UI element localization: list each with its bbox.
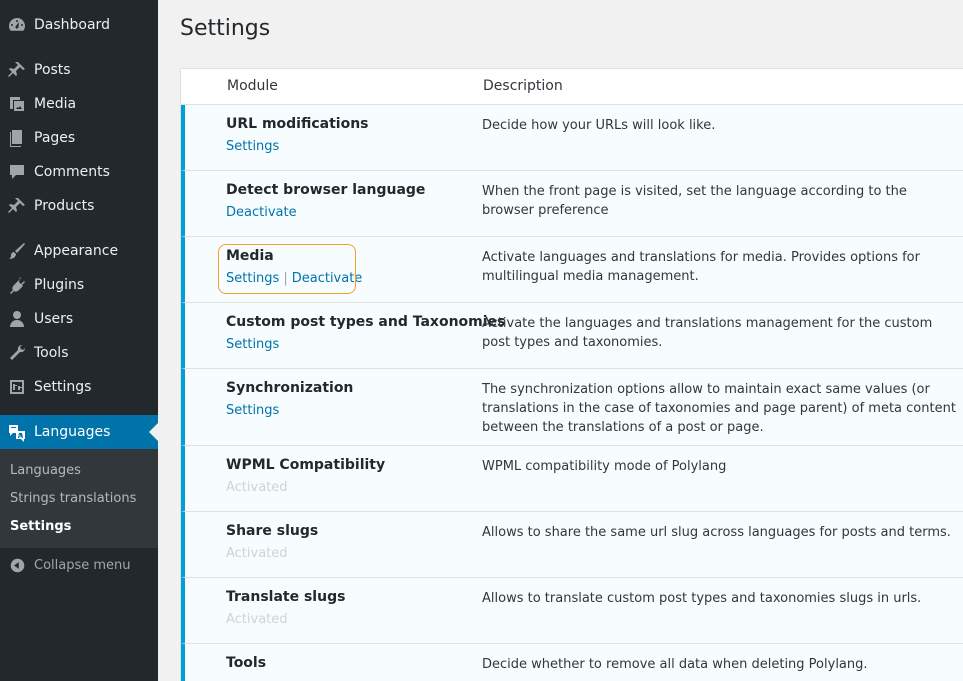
module-description: Decide whether to remove all data when d… <box>482 657 868 672</box>
pin-icon <box>0 53 34 87</box>
menu-item-media[interactable]: Media <box>0 87 158 121</box>
active-menu-pointer <box>149 423 158 441</box>
table-row-media: Media Settings | Deactivate Activate langu… <box>181 237 963 303</box>
comment-icon <box>0 155 34 189</box>
sliders-icon <box>0 370 34 404</box>
menu-item-plugins[interactable]: Plugins <box>0 268 158 302</box>
table-header: Module Description <box>181 69 963 105</box>
module-name: Synchronization <box>226 380 354 396</box>
column-header-module[interactable]: Module <box>227 78 278 94</box>
table-row-wpml-compatibility: WPML Compatibility Activated WPML compat… <box>181 446 963 512</box>
plug-icon <box>0 268 34 302</box>
menu-item-appearance[interactable]: Appearance <box>0 234 158 268</box>
module-description: Activate languages and translations for … <box>482 250 920 284</box>
module-description: Allows to translate custom post types an… <box>482 591 922 606</box>
table-row-custom-post-types: Custom post types and Taxonomies Setting… <box>181 303 963 369</box>
table-row-translate-slugs: Translate slugs Activated Allows to tran… <box>181 578 963 644</box>
collapse-menu-button[interactable]: Collapse menu <box>0 553 158 577</box>
wrench-icon <box>0 336 34 370</box>
table-row-synchronization: Synchronization Settings The synchroniza… <box>181 369 963 446</box>
table-row-url-modifications: URL modifications Settings Decide how yo… <box>181 105 963 171</box>
deactivate-link[interactable]: Deactivate <box>292 271 363 286</box>
menu-item-languages[interactable]: Languages <box>0 415 158 449</box>
module-name: Custom post types and Taxonomies <box>226 314 506 330</box>
menu-label: Users <box>34 311 74 327</box>
menu-label: Media <box>34 96 77 112</box>
module-description: Allows to share the same url slug across… <box>482 525 951 540</box>
module-description: WPML compatibility mode of Polylang <box>482 459 727 474</box>
settings-link[interactable]: Settings <box>226 403 279 418</box>
settings-link[interactable]: Settings <box>226 337 279 352</box>
menu-item-products[interactable]: Products <box>0 189 158 223</box>
pin-icon <box>0 189 34 223</box>
module-name: Detect browser language <box>226 182 426 198</box>
menu-label: Comments <box>34 164 110 180</box>
menu-label: Plugins <box>34 277 85 293</box>
menu-item-tools[interactable]: Tools <box>0 336 158 370</box>
menu-item-posts[interactable]: Posts <box>0 53 158 87</box>
row-actions: Activated <box>226 480 288 495</box>
menu-item-comments[interactable]: Comments <box>0 155 158 189</box>
settings-link[interactable]: Settings <box>226 139 279 154</box>
languages-submenu: Languages Strings translations Settings <box>0 449 158 548</box>
module-description: Activate the languages and translations … <box>482 316 933 350</box>
menu-item-users[interactable]: Users <box>0 302 158 336</box>
menu-item-settings[interactable]: Settings <box>0 370 158 404</box>
row-actions: Activated <box>226 612 288 627</box>
module-name: URL modifications <box>226 116 369 132</box>
module-name: Media <box>226 248 274 264</box>
table-row-share-slugs: Share slugs Activated Allows to share th… <box>181 512 963 578</box>
row-actions: Settings <box>226 337 279 352</box>
page-title: Settings <box>180 16 271 41</box>
module-name: Share slugs <box>226 523 319 539</box>
menu-label: Dashboard <box>34 17 110 33</box>
row-actions: Activated <box>226 546 288 561</box>
row-actions: Settings <box>226 139 279 154</box>
submenu-item-languages[interactable]: Languages <box>10 463 81 478</box>
module-description: When the front page is visited, set the … <box>482 184 907 218</box>
menu-label: Settings <box>34 379 92 395</box>
module-name: Tools <box>226 655 267 671</box>
settings-link[interactable]: Settings <box>226 271 279 286</box>
column-header-description[interactable]: Description <box>483 78 563 94</box>
menu-label: Posts <box>34 62 71 78</box>
row-actions: Deactivate <box>226 205 297 220</box>
action-separator: | <box>283 271 288 286</box>
module-name: Translate slugs <box>226 589 346 605</box>
media-icon <box>0 87 34 121</box>
dashboard-icon <box>0 8 34 42</box>
activated-status: Activated <box>226 612 288 627</box>
activated-status: Activated <box>226 480 288 495</box>
module-name: WPML Compatibility <box>226 457 386 473</box>
collapse-arrow-icon <box>0 557 34 574</box>
activated-status: Activated <box>226 546 288 561</box>
table-row-tools: Tools Decide whether to remove all data … <box>181 644 963 681</box>
menu-label: Tools <box>34 345 69 361</box>
table-row-detect-browser-language: Detect browser language Deactivate When … <box>181 171 963 237</box>
module-description: Decide how your URLs will look like. <box>482 118 716 133</box>
user-icon <box>0 302 34 336</box>
menu-label: Pages <box>34 130 76 146</box>
submenu-item-strings-translations[interactable]: Strings translations <box>10 491 136 506</box>
brush-icon <box>0 234 34 268</box>
pages-icon <box>0 121 34 155</box>
row-actions: Settings <box>226 403 279 418</box>
menu-label: Languages <box>34 424 111 440</box>
menu-item-pages[interactable]: Pages <box>0 121 158 155</box>
submenu-item-settings[interactable]: Settings <box>10 519 71 534</box>
module-description: The synchronization options allow to mai… <box>482 382 956 435</box>
modules-table: Module Description URL modifications Set… <box>180 68 963 681</box>
translate-icon <box>0 415 34 449</box>
menu-item-dashboard[interactable]: Dashboard <box>0 8 158 42</box>
deactivate-link[interactable]: Deactivate <box>226 205 297 220</box>
menu-label: Appearance <box>34 243 119 259</box>
collapse-menu-label: Collapse menu <box>34 557 131 573</box>
menu-label: Products <box>34 198 95 214</box>
row-actions: Settings | Deactivate <box>226 271 362 286</box>
admin-sidebar: Dashboard Posts Media Pages Comments Pro… <box>0 0 158 681</box>
